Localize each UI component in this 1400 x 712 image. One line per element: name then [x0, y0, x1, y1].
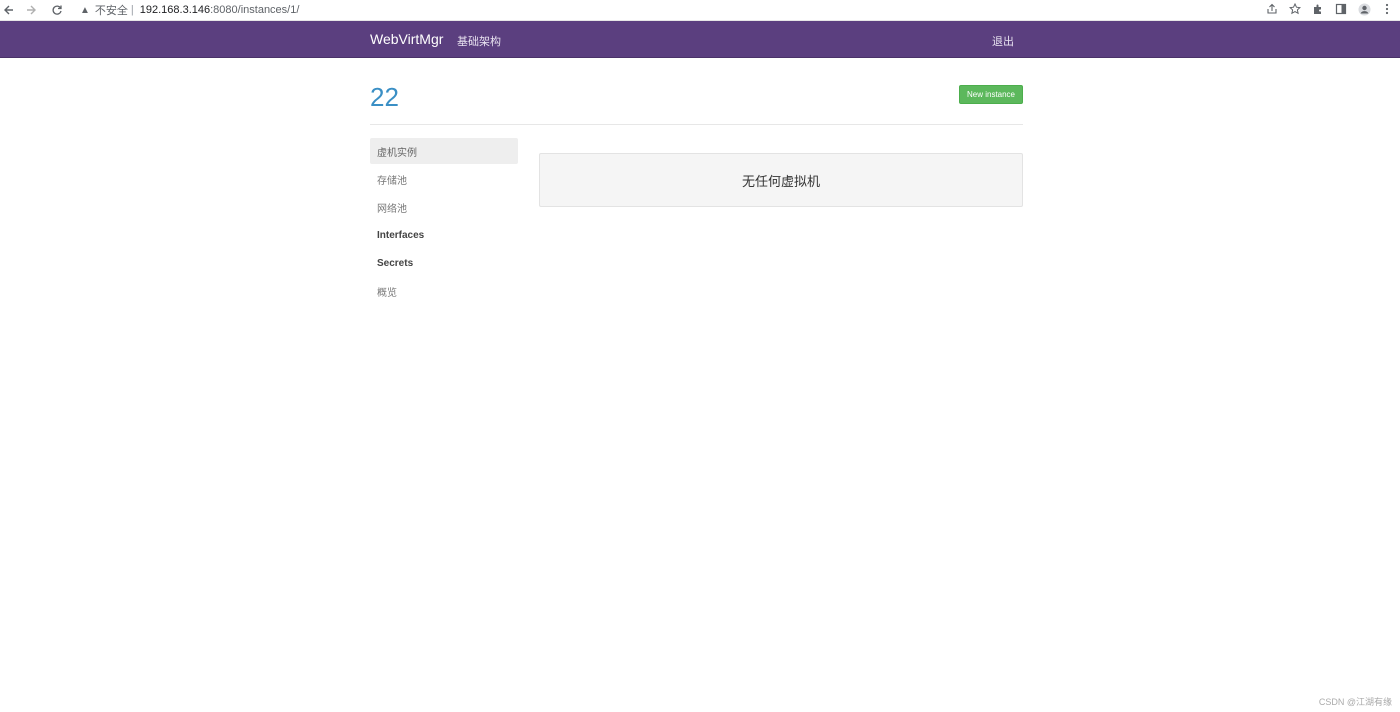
- infrastructure-nav-link[interactable]: 基础架构: [457, 33, 501, 49]
- logout-link[interactable]: 退出: [992, 33, 1014, 49]
- extensions-puzzle-icon[interactable]: [1311, 1, 1325, 17]
- sidebar-item-storage-pools[interactable]: 存储池: [370, 166, 518, 192]
- url-path: :8080/instances/1/: [210, 4, 300, 16]
- forward-arrow-icon[interactable]: [22, 1, 40, 19]
- side-panel-icon[interactable]: [1334, 1, 1348, 17]
- brand-logo-link[interactable]: WebVirtMgr: [370, 31, 443, 47]
- insecure-label: 不安全: [94, 5, 128, 17]
- address-bar[interactable]: ▲ 不安全 | 192.168.3.146:8080/instances/1/: [80, 1, 299, 19]
- sidebar-nav: 虚机实例 存储池 网络池 Interfaces Secrets 概览: [370, 138, 518, 306]
- sidebar-item-overview[interactable]: 概览: [370, 278, 518, 304]
- sidebar-item-network-pools[interactable]: 网络池: [370, 194, 518, 220]
- top-navbar: WebVirtMgr 基础架构 退出: [0, 21, 1400, 58]
- browser-toolbar: ▲ 不安全 | 192.168.3.146:8080/instances/1/: [0, 0, 1400, 21]
- page-title: 22: [370, 82, 399, 112]
- reload-icon[interactable]: [48, 1, 66, 19]
- warning-triangle-icon[interactable]: ▲: [80, 5, 90, 16]
- sidebar-item-instances[interactable]: 虚机实例: [370, 138, 518, 164]
- url-host: 192.168.3.146: [139, 4, 211, 16]
- bookmark-star-icon[interactable]: [1288, 1, 1302, 17]
- more-menu-icon[interactable]: [1380, 1, 1394, 17]
- share-icon[interactable]: [1265, 1, 1279, 17]
- back-arrow-icon[interactable]: [0, 1, 18, 19]
- sidebar-item-interfaces[interactable]: Interfaces: [370, 222, 518, 248]
- address-separator: |: [130, 4, 134, 16]
- header-divider: [370, 124, 1023, 125]
- empty-state-panel: 无任何虚拟机: [539, 153, 1023, 207]
- new-instance-button[interactable]: New instance: [959, 85, 1023, 104]
- watermark-text: CSDN @江湖有缘: [1318, 697, 1392, 707]
- sidebar-item-secrets[interactable]: Secrets: [370, 250, 518, 276]
- profile-avatar-icon[interactable]: [1357, 1, 1371, 17]
- empty-state-message: 无任何虚拟机: [741, 173, 820, 189]
